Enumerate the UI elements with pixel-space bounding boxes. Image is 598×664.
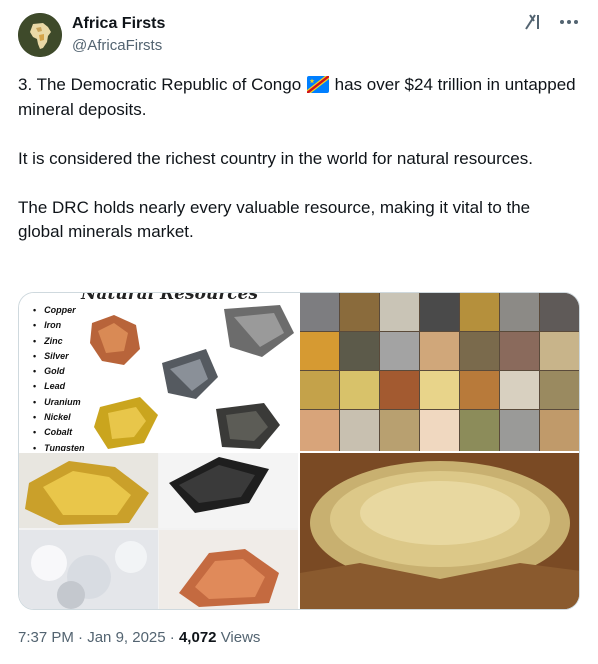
rough-diamonds-in-hands [300, 453, 579, 609]
mineral-samples-illustration [90, 305, 294, 449]
views-label: Views [220, 629, 261, 646]
tweet-date[interactable]: Jan 9, 2025 [87, 629, 165, 646]
separator: · [78, 629, 84, 646]
rough-diamonds-image[interactable] [300, 453, 579, 609]
top-icons [522, 11, 580, 33]
views-count: 4,072 [178, 629, 217, 646]
minerals-collage-image[interactable] [300, 293, 579, 451]
tweet-paragraph-2: It is considered the richest country in … [18, 148, 533, 168]
mineral-item: Nickel [33, 410, 85, 425]
more-icon[interactable] [558, 11, 580, 33]
minerals-list: Copper Iron Zinc Silver Gold Lead Uraniu… [33, 303, 85, 451]
mineral-item: Tungsten [33, 441, 84, 451]
tweet-footer: 7:37 PM · Jan 9, 2025 · 4,072 Views [18, 629, 260, 646]
tweet-paragraph-3: The DRC holds nearly every valuable reso… [18, 197, 535, 242]
author-names: Africa Firsts @AfricaFirsts [72, 14, 165, 56]
grok-icon[interactable] [522, 11, 544, 33]
tweet-time[interactable]: 7:37 PM [18, 629, 74, 646]
mineral-item: Lead [33, 379, 85, 394]
tweet-text: 3. The Democratic Republic of Congo has … [18, 73, 578, 245]
mineral-item: Copper [33, 303, 85, 318]
mineral-item: Uranium [33, 395, 85, 410]
separator: · [169, 629, 175, 646]
africa-map-icon [18, 13, 62, 57]
tweet-header: Africa Firsts @AfricaFirsts [18, 11, 580, 59]
tweet-line1-start: 3. The Democratic Republic of Congo [18, 75, 306, 94]
mineral-item: Gold [33, 364, 85, 379]
mineral-item: Cobalt [33, 425, 85, 440]
gems-and-metals-collage [19, 453, 298, 609]
gems-and-metals-image[interactable] [19, 453, 298, 609]
avatar[interactable] [18, 13, 62, 57]
display-name[interactable]: Africa Firsts [72, 14, 165, 34]
minerals-collage-grid [300, 293, 579, 451]
mineral-item: Zinc [33, 334, 85, 349]
author-handle[interactable]: @AfricaFirsts [72, 36, 165, 56]
drc-flag-icon [306, 76, 329, 93]
media-grid: Natural Resources Copper Iron Zinc Silve… [18, 292, 580, 610]
mineral-item: Silver [33, 349, 85, 364]
mineral-item: Iron [33, 318, 85, 333]
natural-resources-image[interactable]: Natural Resources Copper Iron Zinc Silve… [19, 293, 298, 451]
